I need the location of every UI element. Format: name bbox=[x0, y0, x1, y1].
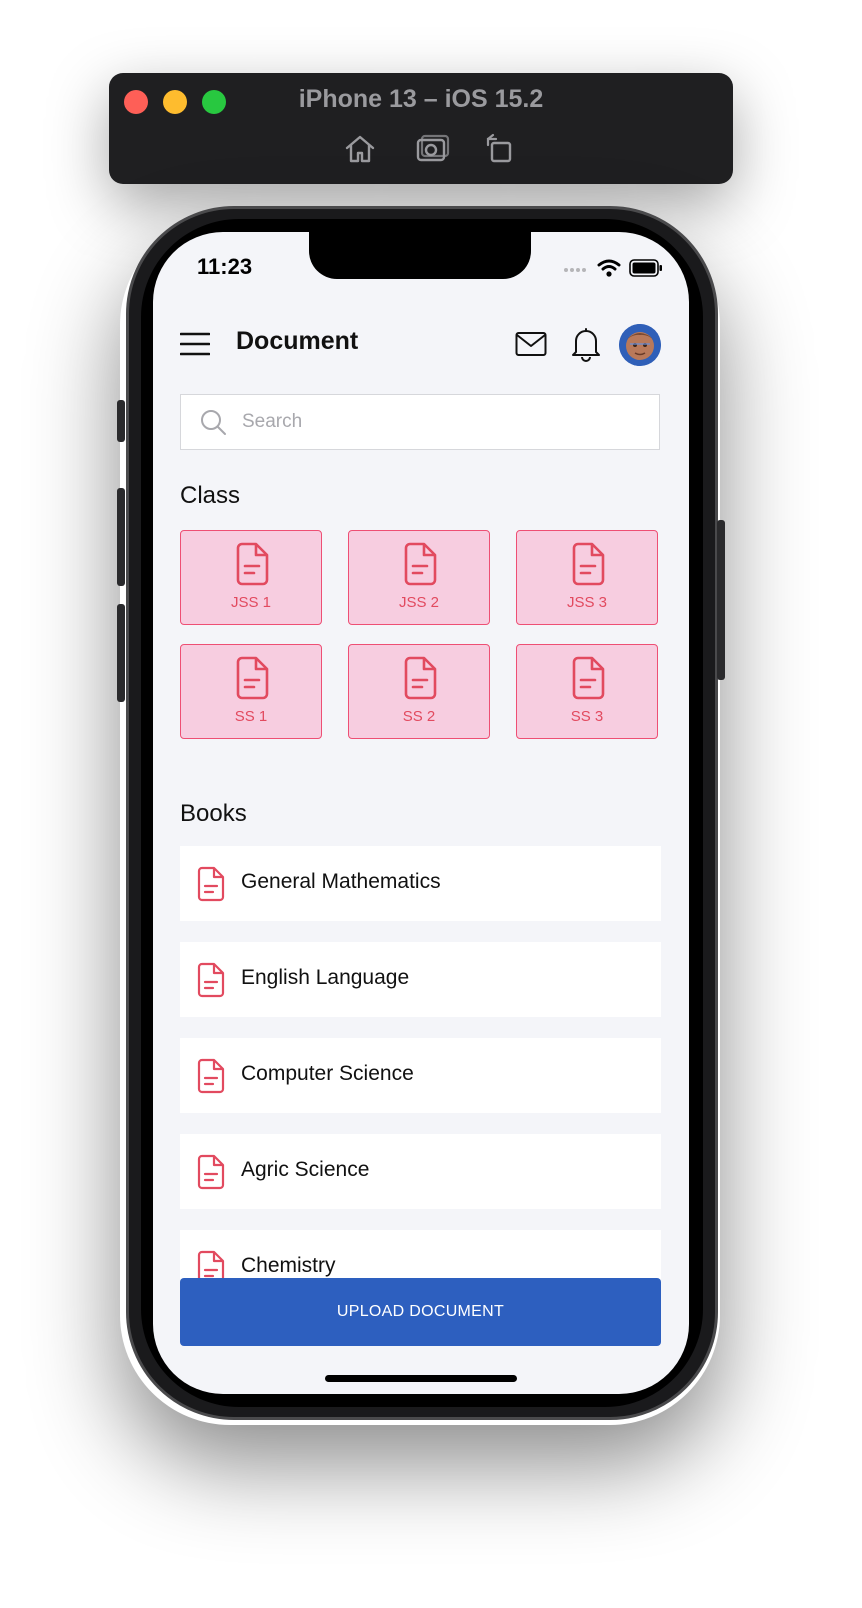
class-tile-jss-2[interactable]: JSS 2 bbox=[348, 530, 490, 625]
document-icon bbox=[197, 866, 225, 902]
rotate-icon[interactable] bbox=[482, 131, 518, 167]
volume-down-button bbox=[117, 604, 125, 702]
book-title: General Mathematics bbox=[241, 870, 441, 893]
signal-icon bbox=[564, 268, 586, 272]
book-item-computer-science[interactable]: Computer Science bbox=[180, 1038, 661, 1113]
book-item-general-mathematics[interactable]: General Mathematics bbox=[180, 846, 661, 921]
battery-icon bbox=[629, 259, 662, 277]
document-icon bbox=[197, 1154, 225, 1190]
home-icon[interactable] bbox=[342, 131, 378, 167]
book-title: Agric Science bbox=[241, 1158, 370, 1181]
document-icon bbox=[236, 542, 269, 586]
notch bbox=[309, 232, 531, 279]
document-icon bbox=[404, 542, 437, 586]
class-section-title: Class bbox=[180, 482, 241, 509]
home-indicator[interactable] bbox=[325, 1375, 517, 1382]
document-icon bbox=[404, 656, 437, 700]
books-section-title: Books bbox=[180, 800, 247, 827]
document-icon bbox=[572, 542, 605, 586]
app-screen: 11:23 Document Search Class JSS 1 JSS 2 … bbox=[153, 232, 689, 1394]
volume-up-button bbox=[117, 488, 125, 586]
wifi-icon bbox=[597, 259, 621, 277]
document-icon bbox=[572, 656, 605, 700]
simulator-toolbar: iPhone 13 – iOS 15.2 bbox=[109, 73, 733, 184]
search-input[interactable]: Search bbox=[180, 394, 660, 450]
search-icon bbox=[199, 408, 227, 436]
class-tile-ss-3[interactable]: SS 3 bbox=[516, 644, 658, 739]
mail-icon[interactable] bbox=[515, 330, 547, 358]
class-tile-label: JSS 1 bbox=[230, 594, 272, 611]
simulator-title: iPhone 13 – iOS 15.2 bbox=[298, 85, 544, 113]
class-tile-label: SS 1 bbox=[234, 708, 268, 725]
upload-document-button[interactable]: UPLOAD DOCUMENT bbox=[180, 1278, 661, 1346]
search-placeholder: Search bbox=[242, 411, 303, 432]
document-icon bbox=[236, 656, 269, 700]
class-tile-label: SS 3 bbox=[570, 708, 604, 725]
screenshot-icon[interactable] bbox=[414, 131, 450, 167]
book-item-agric-science[interactable]: Agric Science bbox=[180, 1134, 661, 1209]
menu-icon[interactable] bbox=[179, 332, 211, 356]
power-button bbox=[717, 520, 725, 680]
document-icon bbox=[197, 962, 225, 998]
book-title: Chemistry bbox=[241, 1254, 336, 1277]
book-item-english-language[interactable]: English Language bbox=[180, 942, 661, 1017]
bell-icon[interactable] bbox=[569, 326, 603, 362]
page-title: Document bbox=[236, 327, 359, 355]
class-tile-ss-2[interactable]: SS 2 bbox=[348, 644, 490, 739]
class-tile-jss-1[interactable]: JSS 1 bbox=[180, 530, 322, 625]
book-title: Computer Science bbox=[241, 1062, 414, 1085]
mute-switch bbox=[117, 400, 125, 442]
avatar[interactable] bbox=[619, 324, 661, 366]
class-tile-jss-3[interactable]: JSS 3 bbox=[516, 530, 658, 625]
class-tile-label: JSS 2 bbox=[398, 594, 440, 611]
document-icon bbox=[197, 1058, 225, 1094]
class-tile-label: JSS 3 bbox=[566, 594, 608, 611]
book-title: English Language bbox=[241, 966, 410, 989]
status-icons bbox=[563, 256, 663, 280]
class-tile-ss-1[interactable]: SS 1 bbox=[180, 644, 322, 739]
status-time: 11:23 bbox=[197, 254, 253, 279]
class-tile-label: SS 2 bbox=[402, 708, 436, 725]
